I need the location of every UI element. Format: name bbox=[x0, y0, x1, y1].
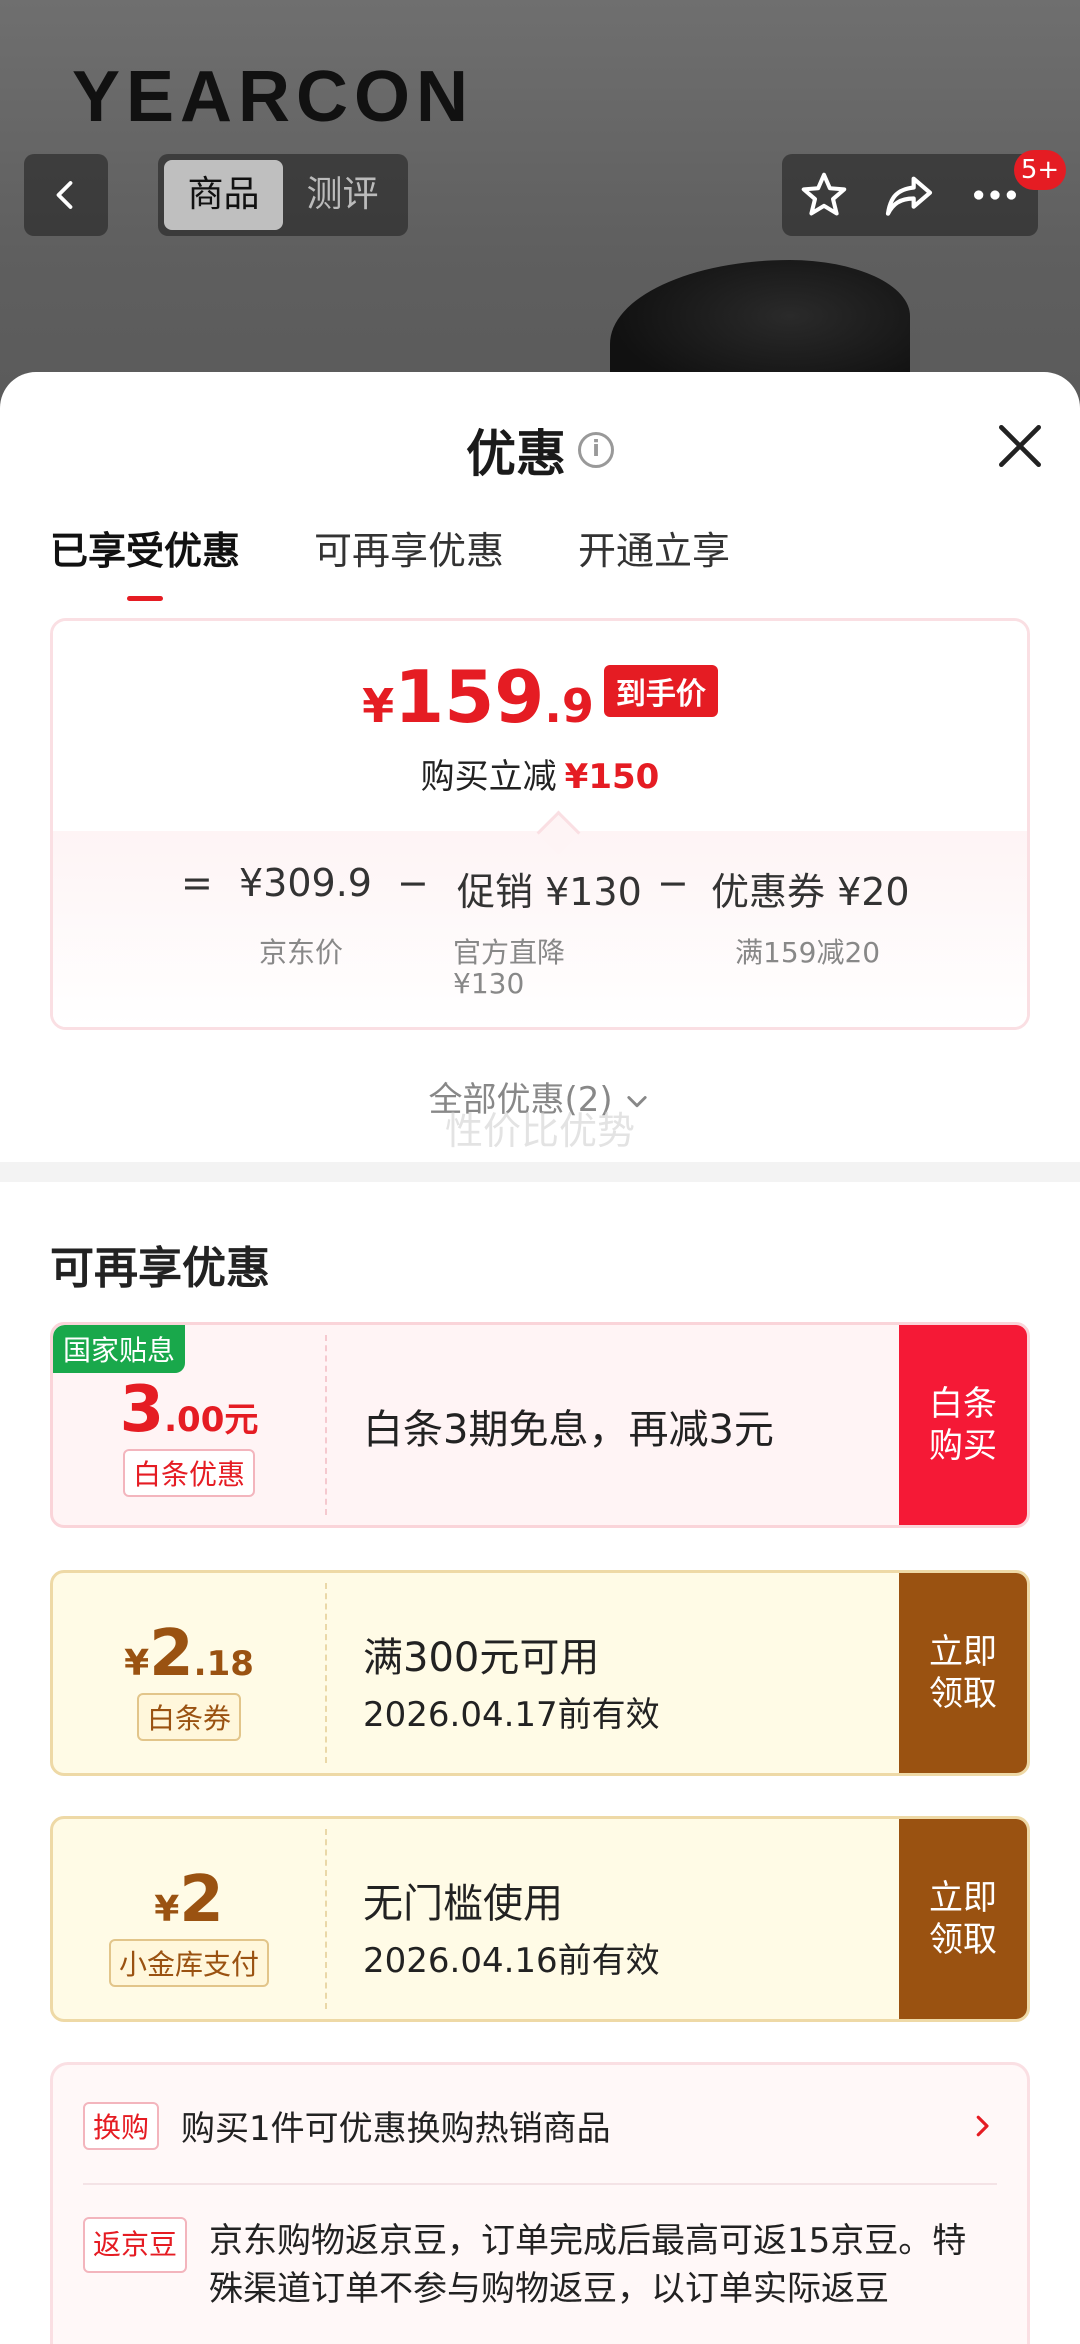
baitiao-buy-button[interactable]: 白条 购买 bbox=[899, 1325, 1027, 1525]
amount-decimal: .00元 bbox=[164, 1400, 259, 1440]
share-icon[interactable] bbox=[881, 167, 937, 223]
jingdou-row: 返京豆 京东购物返京豆，订单完成后最高可返15京豆。特殊渠道订单不参与购物返豆，… bbox=[83, 2217, 997, 2313]
trade-in-tag: 换购 bbox=[83, 2101, 160, 2150]
minus-sign: − bbox=[657, 861, 689, 905]
coupon-desc-line1: 白条3期免息，再减3元 bbox=[363, 1407, 774, 1453]
close-icon[interactable] bbox=[992, 418, 1048, 474]
promo-discount: 促销 ¥130 bbox=[457, 870, 642, 914]
price-integer: 159 bbox=[394, 655, 545, 739]
coupon-desc-line1: 无门槛使用 bbox=[363, 1881, 563, 1927]
coupon-card: ¥2 小金库支付 无门槛使用 2026.04.16前有效 立即 领取 bbox=[50, 1816, 1030, 2022]
coupon-card: ¥2.18 白条券 满300元可用 2026.04.17前有效 立即 领取 bbox=[50, 1570, 1030, 1776]
message-badge: 5+ bbox=[1014, 150, 1066, 190]
coupon-description: 白条3期免息，再减3元 bbox=[363, 1325, 897, 1525]
coupon-expiry: 2026.04.16前有效 bbox=[363, 1941, 660, 1981]
brand-logo: YEARCON bbox=[72, 57, 475, 137]
amount-integer: 3 bbox=[119, 1373, 165, 1447]
save-amount: ¥150 bbox=[564, 757, 660, 797]
tab-open-enjoy[interactable]: 开通立享 bbox=[578, 520, 730, 575]
jingdou-tag: 返京豆 bbox=[83, 2217, 188, 2273]
coupon-type-label: 白条优惠 bbox=[122, 1449, 255, 1497]
currency-symbol: ¥ bbox=[124, 1643, 150, 1684]
sheet-title-text: 优惠 bbox=[466, 425, 566, 483]
star-icon[interactable] bbox=[797, 168, 851, 222]
button-label: 立即 领取 bbox=[929, 1878, 997, 1960]
claim-button[interactable]: 立即 领取 bbox=[899, 1573, 1027, 1773]
trade-in-text: 购买1件可优惠换购热销商品 bbox=[181, 2109, 611, 2149]
coupon-expiry: 2026.04.17前有效 bbox=[363, 1695, 660, 1735]
coupon-description: 满300元可用 2026.04.17前有效 bbox=[363, 1573, 897, 1773]
row-divider bbox=[83, 2183, 997, 2185]
back-button[interactable] bbox=[24, 154, 108, 236]
coupon-discount: 优惠券 ¥20 bbox=[711, 870, 910, 914]
chevron-right-icon bbox=[976, 2115, 989, 2136]
section-divider bbox=[0, 1162, 1080, 1182]
sheet-title: 优惠 i bbox=[0, 414, 1080, 486]
button-label: 立即 领取 bbox=[929, 1632, 997, 1714]
claim-button[interactable]: 立即 领取 bbox=[899, 1819, 1027, 2019]
coupon-type-label: 白条券 bbox=[136, 1693, 241, 1741]
final-price-tag: 到手价 bbox=[603, 665, 718, 717]
coupon-amount: ¥2 小金库支付 bbox=[53, 1819, 325, 2019]
price-decimal: .9 bbox=[544, 679, 594, 733]
coupon-description: 无门槛使用 2026.04.16前有效 bbox=[363, 1819, 897, 2019]
header-actions bbox=[782, 154, 1038, 236]
discount-sheet: 优惠 i 已享受优惠 可再享优惠 开通立享 ¥159.9 到手价 购买立减 ¥150 … bbox=[0, 372, 1080, 2344]
coupon-desc-line1: 满300元可用 bbox=[363, 1635, 600, 1681]
price-card: ¥159.9 到手价 购买立减 ¥150 = ¥309.9 − 促销 ¥130 − … bbox=[50, 618, 1030, 1030]
section-title: 可再享优惠 bbox=[50, 1243, 270, 1294]
trade-in-row[interactable]: 换购 购买1件可优惠换购热销商品 bbox=[83, 2101, 997, 2150]
currency-symbol: ¥ bbox=[362, 679, 395, 733]
base-price-label: 京东价 bbox=[259, 936, 344, 969]
perks-box: 换购 购买1件可优惠换购热销商品 返京豆 京东购物返京豆，订单完成后最高可返15… bbox=[50, 2062, 1030, 2344]
tab-more-available[interactable]: 可再享优惠 bbox=[314, 520, 504, 575]
dashed-divider bbox=[325, 1583, 327, 1763]
coupon-amount: 3.00元 白条优惠 bbox=[53, 1325, 325, 1525]
coupon-label: 满159减20 bbox=[735, 936, 881, 969]
watermark: 性价比优势 bbox=[444, 1109, 635, 1153]
coupon-type-label: 小金库支付 bbox=[108, 1939, 269, 1987]
price-breakdown: = ¥309.9 − 促销 ¥130 − 优惠券 ¥20 京东价 官方直降 ¥1… bbox=[53, 831, 1027, 1027]
equals-sign: = bbox=[181, 861, 213, 905]
amount-integer: 2 bbox=[179, 1863, 224, 1937]
tab-review[interactable]: 测评 bbox=[283, 160, 402, 230]
base-price: ¥309.9 bbox=[239, 861, 372, 905]
minus-sign: − bbox=[397, 861, 429, 905]
promo-label-amount: ¥130 bbox=[453, 967, 525, 1000]
price-summary: ¥159.9 到手价 购买立减 ¥150 bbox=[53, 621, 1027, 831]
coupon-amount: ¥2.18 白条券 bbox=[53, 1573, 325, 1773]
save-label: 购买立减 bbox=[420, 757, 557, 797]
tab-enjoyed[interactable]: 已享受优惠 bbox=[50, 520, 240, 575]
button-label: 白条 购买 bbox=[929, 1384, 997, 1466]
currency-symbol: ¥ bbox=[154, 1889, 180, 1930]
chevron-left-icon bbox=[56, 181, 73, 209]
tab-product[interactable]: 商品 bbox=[164, 160, 283, 230]
jingdou-text: 京东购物返京豆，订单完成后最高可返15京豆。特殊渠道订单不参与购物返豆，以订单实… bbox=[209, 2221, 967, 2309]
dashed-divider bbox=[325, 1335, 327, 1515]
product-header: YEARCON 商品 测评 5+ bbox=[0, 0, 1080, 420]
coupon-card: 国家贴息 3.00元 白条优惠 白条3期免息，再减3元 白条 购买 bbox=[50, 1322, 1030, 1528]
amount-integer: 2 bbox=[149, 1617, 194, 1691]
sheet-tabs: 已享受优惠 可再享优惠 开通立享 bbox=[50, 520, 730, 575]
final-price: ¥159.9 到手价 bbox=[53, 655, 1027, 739]
promo-label: 官方直降 bbox=[453, 936, 566, 969]
dashed-divider bbox=[325, 1829, 327, 2009]
info-icon[interactable]: i bbox=[578, 432, 614, 468]
amount-decimal: .18 bbox=[193, 1644, 254, 1684]
product-tabs: 商品 测评 bbox=[158, 154, 408, 236]
save-line: 购买立减 ¥150 bbox=[53, 749, 1027, 798]
